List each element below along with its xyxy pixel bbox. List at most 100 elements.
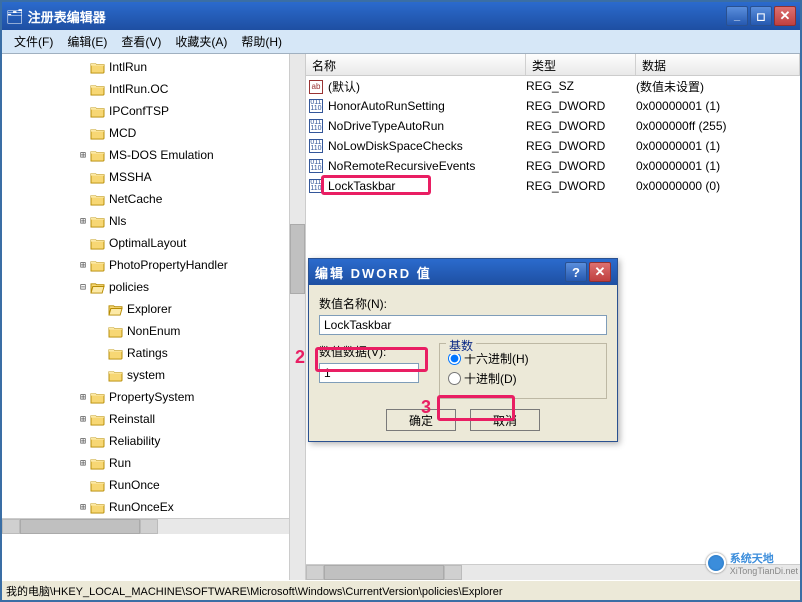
tree-label: Nls: [109, 214, 126, 228]
binary-icon: 011110: [306, 99, 326, 113]
tree-toggle[interactable]: ⊟: [76, 282, 90, 293]
tree-item[interactable]: ⊞ MS-DOS Emulation: [2, 144, 305, 166]
dialog-body: 数值名称(N): 数值数据(V): 基数 十六进制(H) 十进制(D): [309, 285, 617, 441]
value-type: REG_DWORD: [526, 179, 636, 193]
tree-item[interactable]: RunOnce: [2, 474, 305, 496]
folder-icon: [90, 149, 105, 162]
tree-toggle[interactable]: ⊞: [76, 260, 90, 271]
tree-label: IntlRun: [109, 60, 147, 74]
tree-item[interactable]: MSSHA: [2, 166, 305, 188]
folder-icon: [90, 391, 105, 404]
tree-label: NetCache: [109, 192, 162, 206]
tree-toggle[interactable]: ⊞: [76, 392, 90, 403]
tree-item[interactable]: NonEnum: [2, 320, 305, 342]
tree-pane[interactable]: IntlRun IntlRun.OC IPConfTSPMCD ⊞ MS-DOS Emu…: [2, 54, 306, 580]
watermark-text2: XiTongTianDi.net: [730, 566, 798, 576]
tree-item[interactable]: OptimalLayout: [2, 232, 305, 254]
tree-label: MSSHA: [109, 170, 152, 184]
folder-icon: [90, 61, 105, 74]
folder-icon: [90, 479, 105, 492]
value-data: 0x00000000 (0): [636, 179, 800, 193]
folder-icon: [108, 347, 123, 360]
value-name: NoDriveTypeAutoRun: [326, 119, 526, 133]
tree-toggle[interactable]: ⊞: [76, 414, 90, 425]
binary-icon: 011110: [306, 139, 326, 153]
dialog-title: 编辑 DWORD 值: [315, 263, 565, 282]
registry-value-row[interactable]: 011110NoRemoteRecursiveEventsREG_DWORD0x…: [306, 156, 800, 176]
tree-label: Reliability: [109, 434, 160, 448]
tree-toggle[interactable]: ⊞: [76, 216, 90, 227]
tree-vertical-scrollbar[interactable]: [289, 54, 305, 580]
tree-item[interactable]: ⊞ Reliability: [2, 430, 305, 452]
ok-button[interactable]: 确定: [386, 409, 456, 431]
list-header[interactable]: 名称 类型 数据: [306, 54, 800, 76]
folder-icon: [90, 171, 105, 184]
menu-view[interactable]: 查看(V): [115, 31, 167, 52]
tree-item[interactable]: IPConfTSP: [2, 100, 305, 122]
folder-icon: [90, 457, 105, 470]
tree-item[interactable]: ⊞Reinstall: [2, 408, 305, 430]
radix-legend: 基数: [446, 337, 476, 354]
tree-item[interactable]: ⊞Run: [2, 452, 305, 474]
col-header-name[interactable]: 名称: [306, 54, 526, 75]
value-name: LockTaskbar: [326, 179, 526, 193]
tree-item[interactable]: ⊞RunOnceEx: [2, 496, 305, 518]
tree-label: PropertySystem: [109, 390, 194, 404]
close-button[interactable]: ✕: [774, 6, 796, 26]
value-type: REG_SZ: [526, 79, 636, 93]
minimize-button[interactable]: _: [726, 6, 748, 26]
menu-help[interactable]: 帮助(H): [235, 31, 288, 52]
registry-value-row[interactable]: 011110NoLowDiskSpaceChecksREG_DWORD0x000…: [306, 136, 800, 156]
data-value-input[interactable]: [319, 363, 419, 383]
tree-item[interactable]: ⊞ PhotoPropertyHandler: [2, 254, 305, 276]
dialog-close-button[interactable]: ✕: [589, 262, 611, 282]
value-type: REG_DWORD: [526, 139, 636, 153]
registry-value-row[interactable]: 011110LockTaskbarREG_DWORD0x00000000 (0): [306, 176, 800, 196]
tree-toggle[interactable]: ⊞: [76, 436, 90, 447]
value-name: HonorAutoRunSetting: [326, 99, 526, 113]
registry-value-row[interactable]: 011110HonorAutoRunSettingREG_DWORD0x0000…: [306, 96, 800, 116]
menu-file[interactable]: 文件(F): [8, 31, 59, 52]
tree-label: RunOnce: [109, 478, 160, 492]
dec-radio[interactable]: [448, 372, 461, 385]
tree-item[interactable]: ⊞ PropertySystem: [2, 386, 305, 408]
tree-horizontal-scrollbar[interactable]: [2, 518, 305, 534]
tree-item[interactable]: Explorer: [2, 298, 305, 320]
name-value-input[interactable]: [319, 315, 607, 335]
tree-label: IntlRun.OC: [109, 82, 168, 96]
tree-item[interactable]: NetCache: [2, 188, 305, 210]
dec-option[interactable]: 十进制(D): [448, 370, 598, 387]
tree-item[interactable]: ⊟ policies: [2, 276, 305, 298]
tree-toggle[interactable]: ⊞: [76, 458, 90, 469]
tree-label: MS-DOS Emulation: [109, 148, 214, 162]
watermark-text1: 系统天地: [730, 550, 798, 566]
tree-item[interactable]: IntlRun: [2, 56, 305, 78]
tree-item[interactable]: IntlRun.OC: [2, 78, 305, 100]
col-header-data[interactable]: 数据: [636, 54, 800, 75]
maximize-button[interactable]: ◻: [750, 6, 772, 26]
dialog-help-button[interactable]: ?: [565, 262, 587, 282]
tree-item[interactable]: ⊞ Nls: [2, 210, 305, 232]
registry-value-row[interactable]: 011110NoDriveTypeAutoRunREG_DWORD0x00000…: [306, 116, 800, 136]
dialog-titlebar[interactable]: 编辑 DWORD 值 ? ✕: [309, 259, 617, 285]
folder-icon: [90, 259, 105, 272]
tree-item[interactable]: system: [2, 364, 305, 386]
string-icon: ab: [306, 78, 326, 94]
edit-dword-dialog[interactable]: 编辑 DWORD 值 ? ✕ 数值名称(N): 数值数据(V): 基数 十六进制…: [308, 258, 618, 442]
menu-favorites[interactable]: 收藏夹(A): [169, 31, 233, 52]
value-data: 0x000000ff (255): [636, 119, 800, 133]
tree-item[interactable]: Ratings: [2, 342, 305, 364]
value-data: 0x00000001 (1): [636, 139, 800, 153]
registry-value-row[interactable]: ab(默认)REG_SZ(数值未设置): [306, 76, 800, 96]
folder-icon: [90, 435, 105, 448]
tree-label: PhotoPropertyHandler: [109, 258, 228, 272]
col-header-type[interactable]: 类型: [526, 54, 636, 75]
tree-toggle[interactable]: ⊞: [76, 150, 90, 161]
tree-item[interactable]: MCD: [2, 122, 305, 144]
cancel-button[interactable]: 取消: [470, 409, 540, 431]
tree-label: policies: [109, 280, 149, 294]
tree-toggle[interactable]: ⊞: [76, 502, 90, 513]
menu-edit[interactable]: 编辑(E): [61, 31, 113, 52]
folder-icon: [90, 413, 105, 426]
titlebar[interactable]: 🗂 注册表编辑器 _ ◻ ✕: [2, 2, 800, 30]
